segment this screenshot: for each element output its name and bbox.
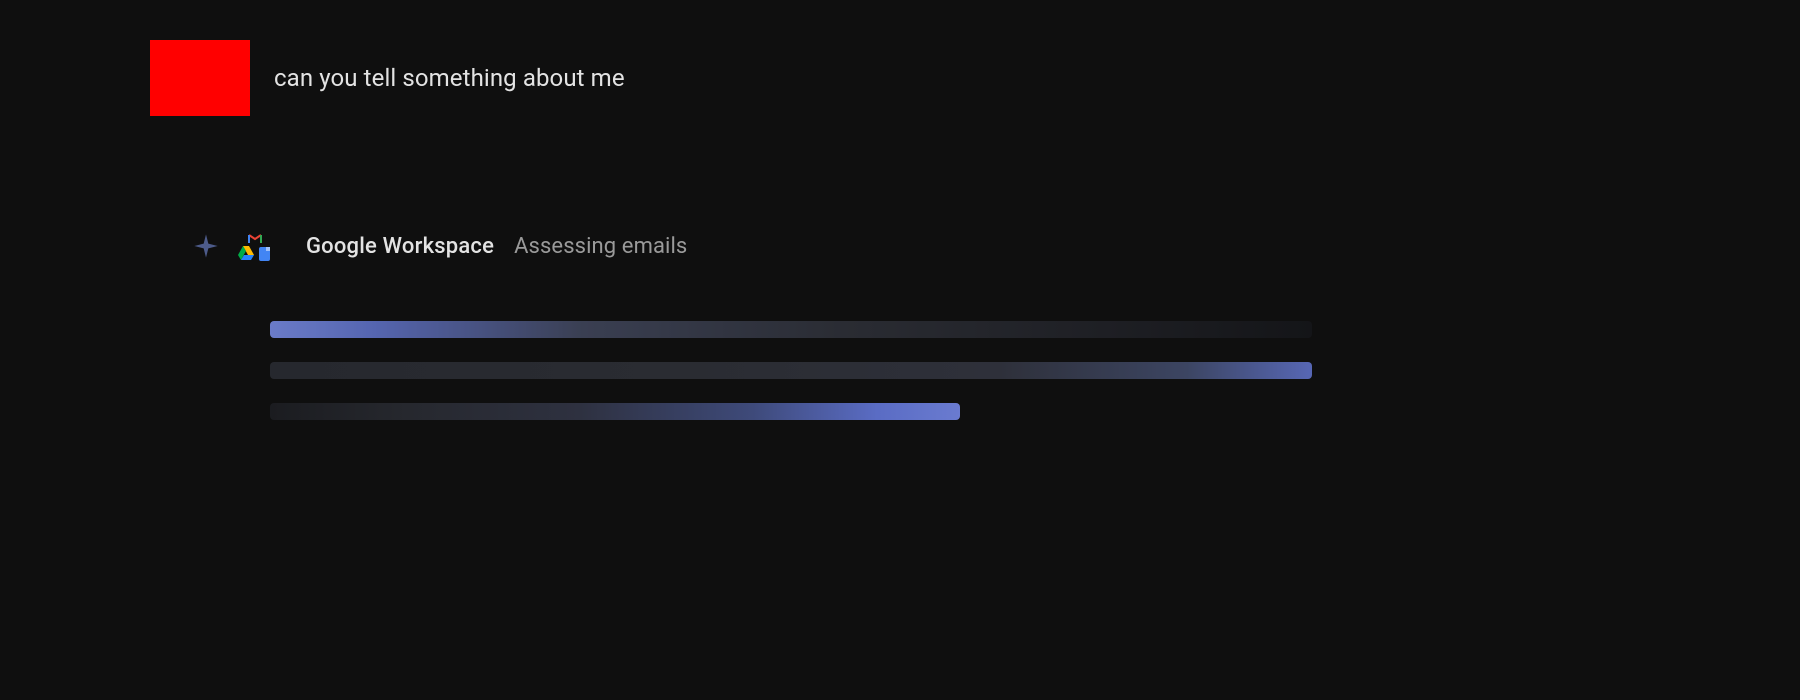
tool-name: Google Workspace bbox=[306, 234, 494, 259]
assistant-status-row: Google Workspace Assessing emails bbox=[192, 231, 1800, 261]
skeleton-bar bbox=[270, 362, 1312, 379]
skeleton-bar bbox=[270, 403, 960, 420]
loading-skeleton bbox=[270, 321, 1800, 420]
drive-icon bbox=[238, 245, 254, 259]
gmail-icon bbox=[248, 229, 262, 239]
chat-container: can you tell something about me bbox=[0, 0, 1800, 700]
user-message-text: can you tell something about me bbox=[274, 40, 625, 92]
workspace-icons-cluster bbox=[238, 231, 268, 261]
status-line: Google Workspace Assessing emails bbox=[306, 234, 687, 259]
sparkle-icon bbox=[192, 232, 220, 260]
skeleton-bar bbox=[270, 321, 1312, 338]
status-detail: Assessing emails bbox=[514, 234, 687, 259]
user-message-row: can you tell something about me bbox=[150, 40, 1800, 116]
user-avatar[interactable] bbox=[150, 40, 250, 116]
docs-icon bbox=[259, 247, 270, 261]
